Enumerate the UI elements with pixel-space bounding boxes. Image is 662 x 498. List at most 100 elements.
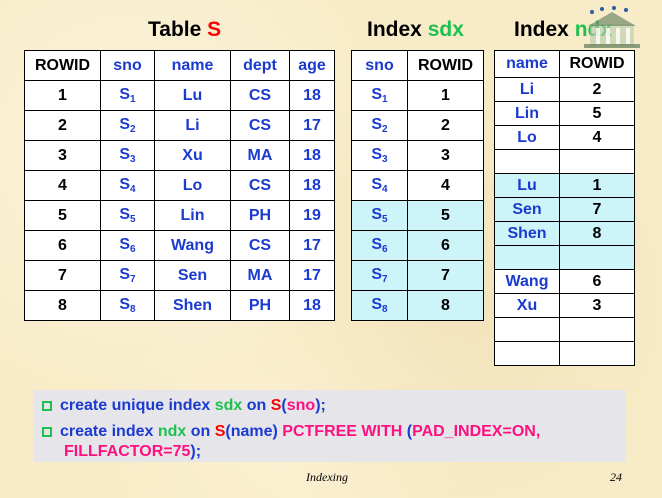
cell-rowid: 1: [559, 173, 635, 198]
cell-rowid: 4: [559, 125, 635, 150]
cell-rowid: 3: [407, 140, 484, 171]
cell-rowid: 2: [24, 110, 101, 141]
cell-name: [494, 245, 560, 270]
table-row: S3 3: [351, 140, 484, 171]
square-bullet-icon: [42, 401, 52, 411]
cell-name: [494, 341, 560, 366]
cell-sno: S3: [100, 140, 155, 171]
table-row: Li 2: [494, 77, 635, 102]
table-row: S5 5: [351, 200, 484, 231]
cell-age: 18: [289, 80, 335, 111]
table-row: Sen 7: [494, 197, 635, 222]
index-ndx-table: name ROWID Li 2 Lin 5 Lo 4 Lu 1 Sen 7 Shen 8 W…: [494, 50, 635, 366]
cell-name: Shen: [154, 290, 231, 321]
cell-sno: S7: [100, 260, 155, 291]
cell-sno: S1: [100, 80, 155, 111]
sql-statement-ndx: create index ndx on S(name) PCTFREE WITH…: [42, 422, 540, 442]
cell-age: 18: [289, 140, 335, 171]
cell-dept: CS: [230, 230, 290, 261]
table-row: Xu 3: [494, 293, 635, 318]
cell-name: [494, 317, 560, 342]
cell-sno: S3: [351, 140, 408, 171]
table-row: [494, 149, 635, 174]
header-age: age: [289, 50, 335, 81]
table-row: Shen 8: [494, 221, 635, 246]
cell-rowid: [559, 245, 635, 270]
table-row: 1 S1 Lu CS 18: [24, 80, 335, 111]
cell-name: Li: [154, 110, 231, 141]
cell-rowid: 2: [559, 77, 635, 102]
table-row: S2 2: [351, 110, 484, 141]
cell-sno: S2: [351, 110, 408, 141]
table-row: S4 4: [351, 170, 484, 201]
cell-name: Li: [494, 77, 560, 102]
table-row: S7 7: [351, 260, 484, 291]
cell-rowid: 7: [407, 260, 484, 291]
cell-rowid: 8: [24, 290, 101, 321]
cell-name: Lin: [494, 101, 560, 126]
cell-dept: MA: [230, 140, 290, 171]
cell-rowid: [559, 341, 635, 366]
cell-rowid: 8: [407, 290, 484, 321]
cell-sno: S8: [100, 290, 155, 321]
table-row: 6 S6 Wang CS 17: [24, 230, 335, 261]
cell-name: Lin: [154, 200, 231, 231]
cell-dept: CS: [230, 80, 290, 111]
table-row: Lu 1: [494, 173, 635, 198]
square-bullet-icon: [42, 427, 52, 437]
cell-name: Lu: [154, 80, 231, 111]
cell-age: 19: [289, 200, 335, 231]
cell-rowid: 1: [407, 80, 484, 111]
header-sno: sno: [351, 50, 408, 81]
cell-age: 18: [289, 170, 335, 201]
cell-name: Sen: [154, 260, 231, 291]
cell-dept: PH: [230, 200, 290, 231]
cell-dept: CS: [230, 110, 290, 141]
table-row: Lin 5: [494, 101, 635, 126]
cell-age: 17: [289, 110, 335, 141]
cell-rowid: 1: [24, 80, 101, 111]
cell-name: Shen: [494, 221, 560, 246]
title-index-sdx: Index sdx: [367, 18, 464, 41]
cell-age: 18: [289, 290, 335, 321]
cell-sno: S8: [351, 290, 408, 321]
cell-rowid: 5: [407, 200, 484, 231]
header-sno: sno: [100, 50, 155, 81]
cell-dept: MA: [230, 260, 290, 291]
table-row: 5 S5 Lin PH 19: [24, 200, 335, 231]
table-row: 2 S2 Li CS 17: [24, 110, 335, 141]
cell-rowid: 7: [24, 260, 101, 291]
cell-name: Xu: [494, 293, 560, 318]
cell-rowid: 6: [559, 269, 635, 294]
cell-name: Lu: [494, 173, 560, 198]
cell-name: Wang: [154, 230, 231, 261]
header-dept: dept: [230, 50, 290, 81]
sql-code-box: create unique index sdx on S(sno); creat…: [34, 390, 626, 462]
cell-age: 17: [289, 260, 335, 291]
cell-dept: PH: [230, 290, 290, 321]
header-rowid: ROWID: [24, 50, 101, 81]
table-row: 7 S7 Sen MA 17: [24, 260, 335, 291]
cell-dept: CS: [230, 170, 290, 201]
cell-sno: S6: [100, 230, 155, 261]
table-row: 8 S8 Shen PH 18: [24, 290, 335, 321]
cell-sno: S5: [100, 200, 155, 231]
cell-rowid: 2: [407, 110, 484, 141]
cell-rowid: 5: [559, 101, 635, 126]
cell-name: [494, 149, 560, 174]
cell-rowid: 4: [407, 170, 484, 201]
cell-sno: S2: [100, 110, 155, 141]
cell-name: Lo: [494, 125, 560, 150]
cell-rowid: 5: [24, 200, 101, 231]
table-row: [494, 341, 635, 366]
header-rowid: ROWID: [407, 50, 484, 81]
cell-rowid: 3: [559, 293, 635, 318]
table-row: 3 S3 Xu MA 18: [24, 140, 335, 171]
cell-sno: S6: [351, 230, 408, 261]
cell-sno: S4: [100, 170, 155, 201]
table-s: ROWID sno name dept age 1 S1 Lu CS 18 2 S2 Li C…: [24, 50, 335, 321]
header-rowid: ROWID: [559, 50, 635, 78]
cell-sno: S1: [351, 80, 408, 111]
cell-rowid: 6: [24, 230, 101, 261]
table-s-header-row: ROWID sno name dept age: [24, 50, 335, 81]
